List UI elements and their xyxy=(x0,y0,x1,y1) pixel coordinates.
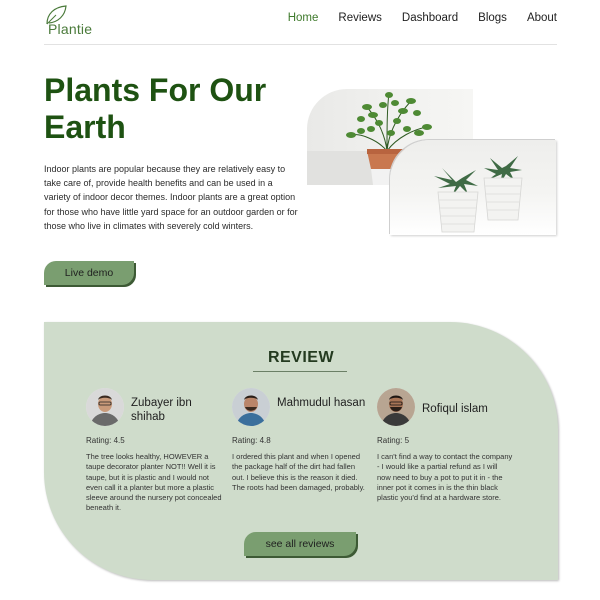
avatar xyxy=(232,388,270,426)
avatar xyxy=(86,388,124,426)
logo[interactable]: Plantie xyxy=(44,4,104,38)
review-text: I can't find a way to contact the compan… xyxy=(377,452,513,503)
hero-title: Plants For Our Earth xyxy=(44,72,267,145)
reviewer-name: Zubayer ibn shihab xyxy=(131,397,192,423)
brand-name: Plantie xyxy=(48,21,93,37)
hero-description: Indoor plants are popular because they a… xyxy=(44,164,298,231)
reviewer-name: Mahmudul hasan xyxy=(277,397,366,409)
rating: Rating: 4.8 xyxy=(232,436,271,445)
review-section: REVIEW Zubayer ibn shihab Rating: 4.5 Th… xyxy=(44,322,558,580)
reviewer-name: Rofiqul islam xyxy=(422,403,488,415)
avatar xyxy=(377,388,415,426)
nav-blogs[interactable]: Blogs xyxy=(478,12,507,24)
nav-about[interactable]: About xyxy=(527,12,557,24)
nav-reviews[interactable]: Reviews xyxy=(338,12,381,24)
nav-dashboard[interactable]: Dashboard xyxy=(402,12,458,24)
review-text: I ordered this plant and when I opened t… xyxy=(232,452,365,492)
live-demo-button[interactable]: Live demo xyxy=(44,261,134,285)
main-nav: Home Reviews Dashboard Blogs About xyxy=(288,12,557,24)
rating: Rating: 5 xyxy=(377,436,410,445)
see-all-reviews-button[interactable]: see all reviews xyxy=(244,532,356,556)
review-text: The tree looks healthy, HOWEVER a taupe … xyxy=(86,452,222,513)
hero-plant-image-2 xyxy=(390,140,556,235)
review-title-underline xyxy=(253,371,347,372)
nav-home[interactable]: Home xyxy=(288,12,319,24)
site-header: Plantie Home Reviews Dashboard Blogs Abo… xyxy=(44,0,557,45)
review-title: REVIEW xyxy=(267,349,335,366)
rating: Rating: 4.5 xyxy=(86,436,125,445)
